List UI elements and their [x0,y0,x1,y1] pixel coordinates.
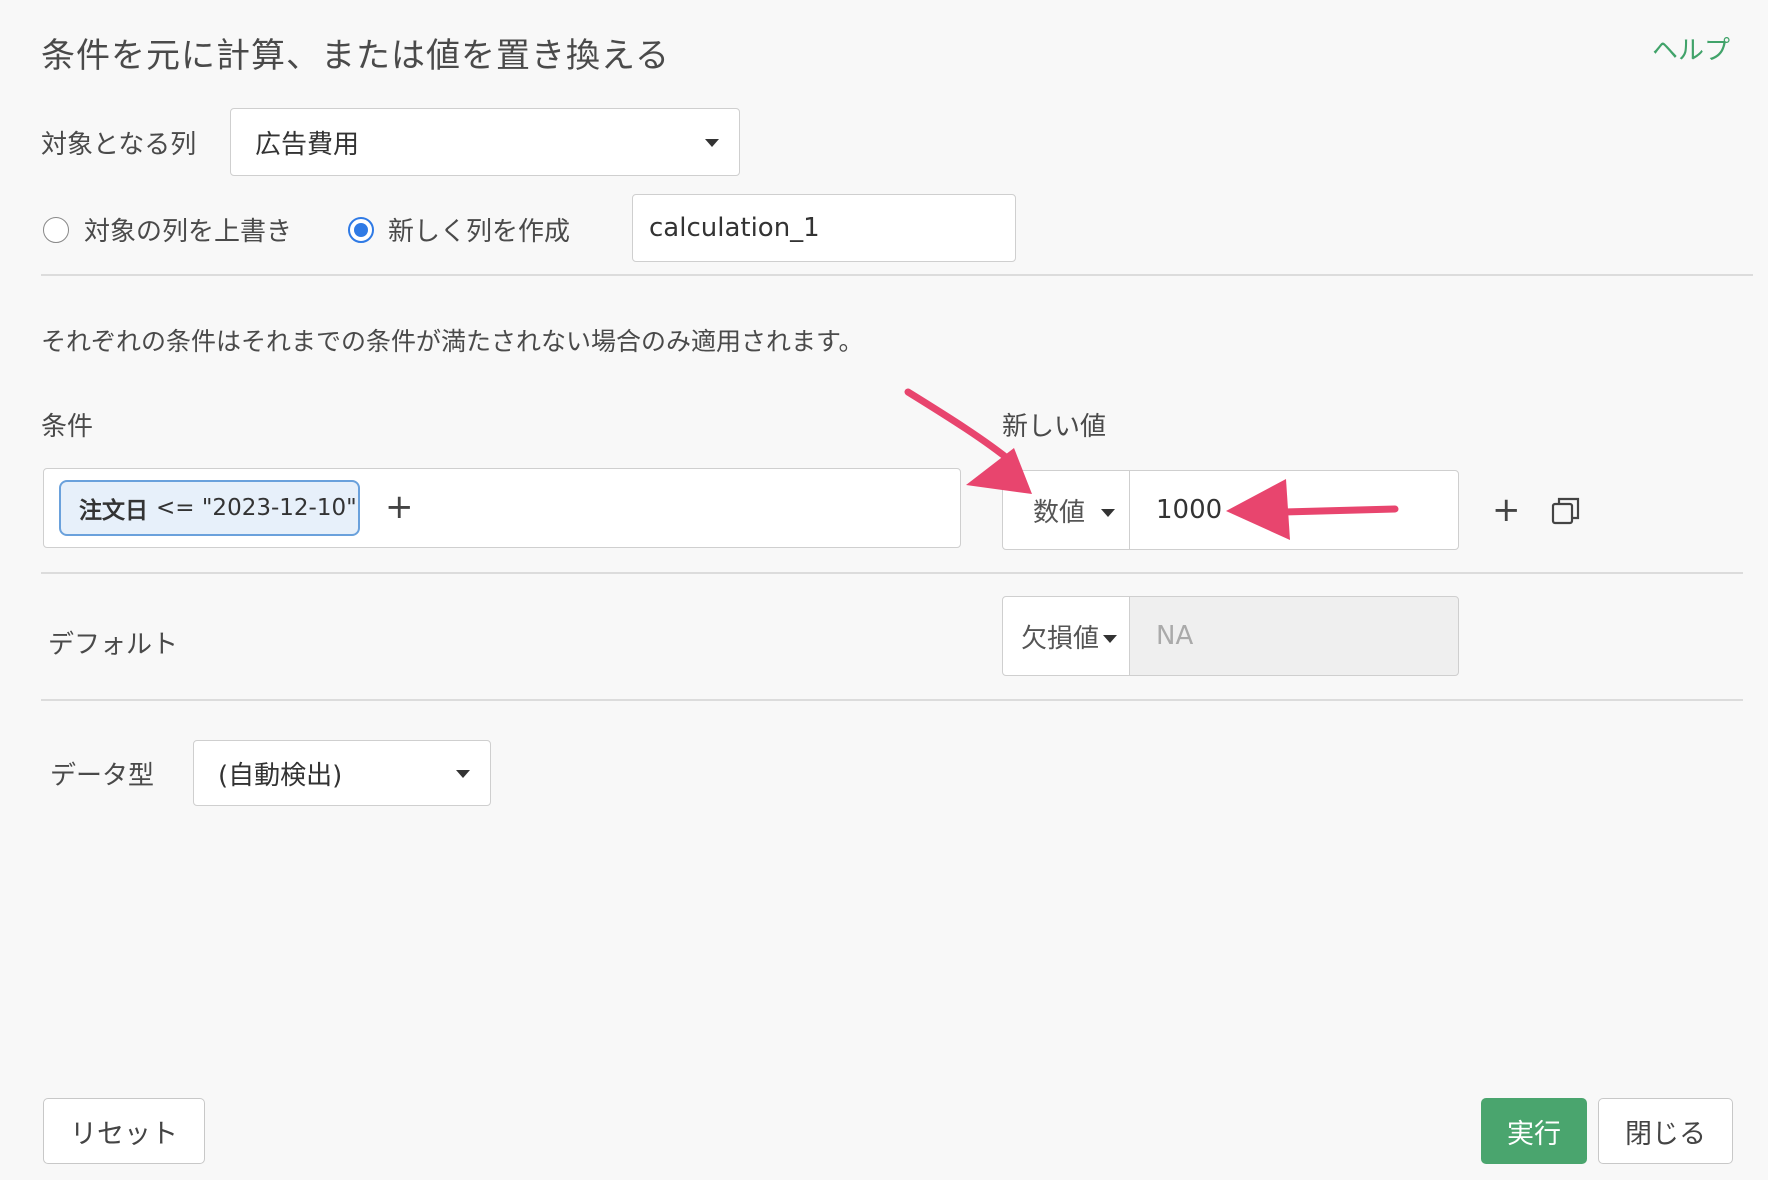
annotation-arrows [904,388,1399,540]
annotation-arrow-type [904,388,1032,494]
dialog: 条件を元に計算、または値を置き換える ヘルプ 対象となる列 広告費用 対象の列を… [0,0,1768,1180]
annotation-arrow-value [1226,479,1399,540]
